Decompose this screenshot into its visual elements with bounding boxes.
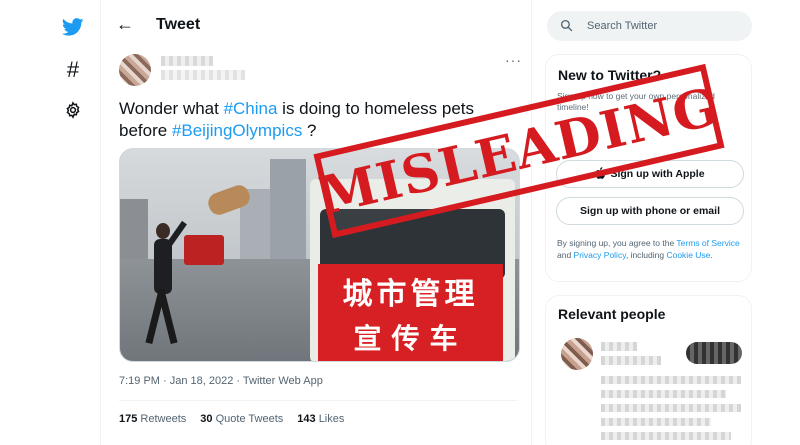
likes-label: Likes [318,413,345,425]
photo-sign-line-2: 宣传车 [353,322,468,355]
relevant-person-bio-blurred [601,418,711,426]
tweet-stats: 175 Retweets 30 Quote Tweets 143 Likes [119,413,344,425]
terms-text: and [557,249,574,260]
author-avatar[interactable] [119,54,151,86]
relevant-person-name-blurred[interactable] [601,342,637,351]
relevant-person-bio-blurred [601,404,741,412]
photo-red-sign: 城市管理 宣传车 [318,264,503,361]
signup-phone-label: Sign up with phone or email [579,205,720,217]
retweets-count: 175 [119,413,138,425]
signup-terms: By signing up, you agree to the Terms of… [557,238,747,261]
tweet-header: ← Tweet [101,0,533,50]
search-icon [560,19,573,37]
privacy-policy-link[interactable]: Privacy Policy [574,250,626,260]
tweet-detail-column: ← Tweet ··· Wonder what #China is doing … [100,0,532,445]
search-placeholder: Search Twitter [587,20,658,32]
relevant-person-bio-blurred [601,390,726,398]
terms-of-service-link[interactable]: Terms of Service [676,238,739,248]
relevant-person-handle-blurred [601,356,661,365]
more-options-icon[interactable]: ··· [505,52,522,68]
retweets-stat[interactable]: 175 Retweets [119,413,186,425]
cookie-use-link[interactable]: Cookie Use [666,250,710,260]
page-title: Tweet [156,16,201,33]
hashtag-link-beijing-olympics[interactable]: #BeijingOlympics [172,121,302,140]
quote-tweets-stat[interactable]: 30 Quote Tweets [200,413,283,425]
relevant-person-avatar[interactable] [561,338,593,370]
author-name-blurred[interactable] [161,56,213,66]
relevant-person-bio-blurred [601,376,741,384]
signup-phone-email-button[interactable]: Sign up with phone or email [556,197,744,225]
photo-red-truck [184,235,224,265]
terms-text: , including [625,249,667,260]
relevant-people-card: Relevant people [545,295,752,445]
terms-text: By signing up, you agree to the [557,238,677,248]
relevant-person-bio-blurred [601,432,731,440]
likes-count: 143 [297,413,316,425]
retweets-label: Retweets [140,413,187,425]
tweet-text-part: ? [302,121,317,140]
terms-text: . [710,249,713,260]
settings-gear-icon[interactable] [60,97,86,123]
twitter-bird-icon[interactable] [60,14,86,40]
quotes-count: 30 [200,413,213,425]
photo-building [270,159,306,259]
follow-button-blurred[interactable] [686,342,742,364]
photo-man [145,219,187,349]
quotes-label: Quote Tweets [215,413,284,425]
likes-stat[interactable]: 143 Likes [297,413,344,425]
back-arrow-icon[interactable]: ← [116,14,134,35]
author-handle-blurred [161,70,245,80]
hashtag-icon[interactable]: # [60,57,86,83]
left-nav-rail: # [0,0,100,445]
tweet-timestamp[interactable]: 7:19 PM · Jan 18, 2022 · Twitter Web App [119,375,323,387]
photo-building [120,199,148,259]
card-title: Relevant people [558,306,666,322]
tweet-text-part: Wonder what [119,99,224,118]
divider [119,400,517,401]
hashtag-link-china[interactable]: #China [224,99,278,118]
photo-sign-line-1: 城市管理 [342,277,479,312]
search-box[interactable]: Search Twitter [547,11,752,41]
